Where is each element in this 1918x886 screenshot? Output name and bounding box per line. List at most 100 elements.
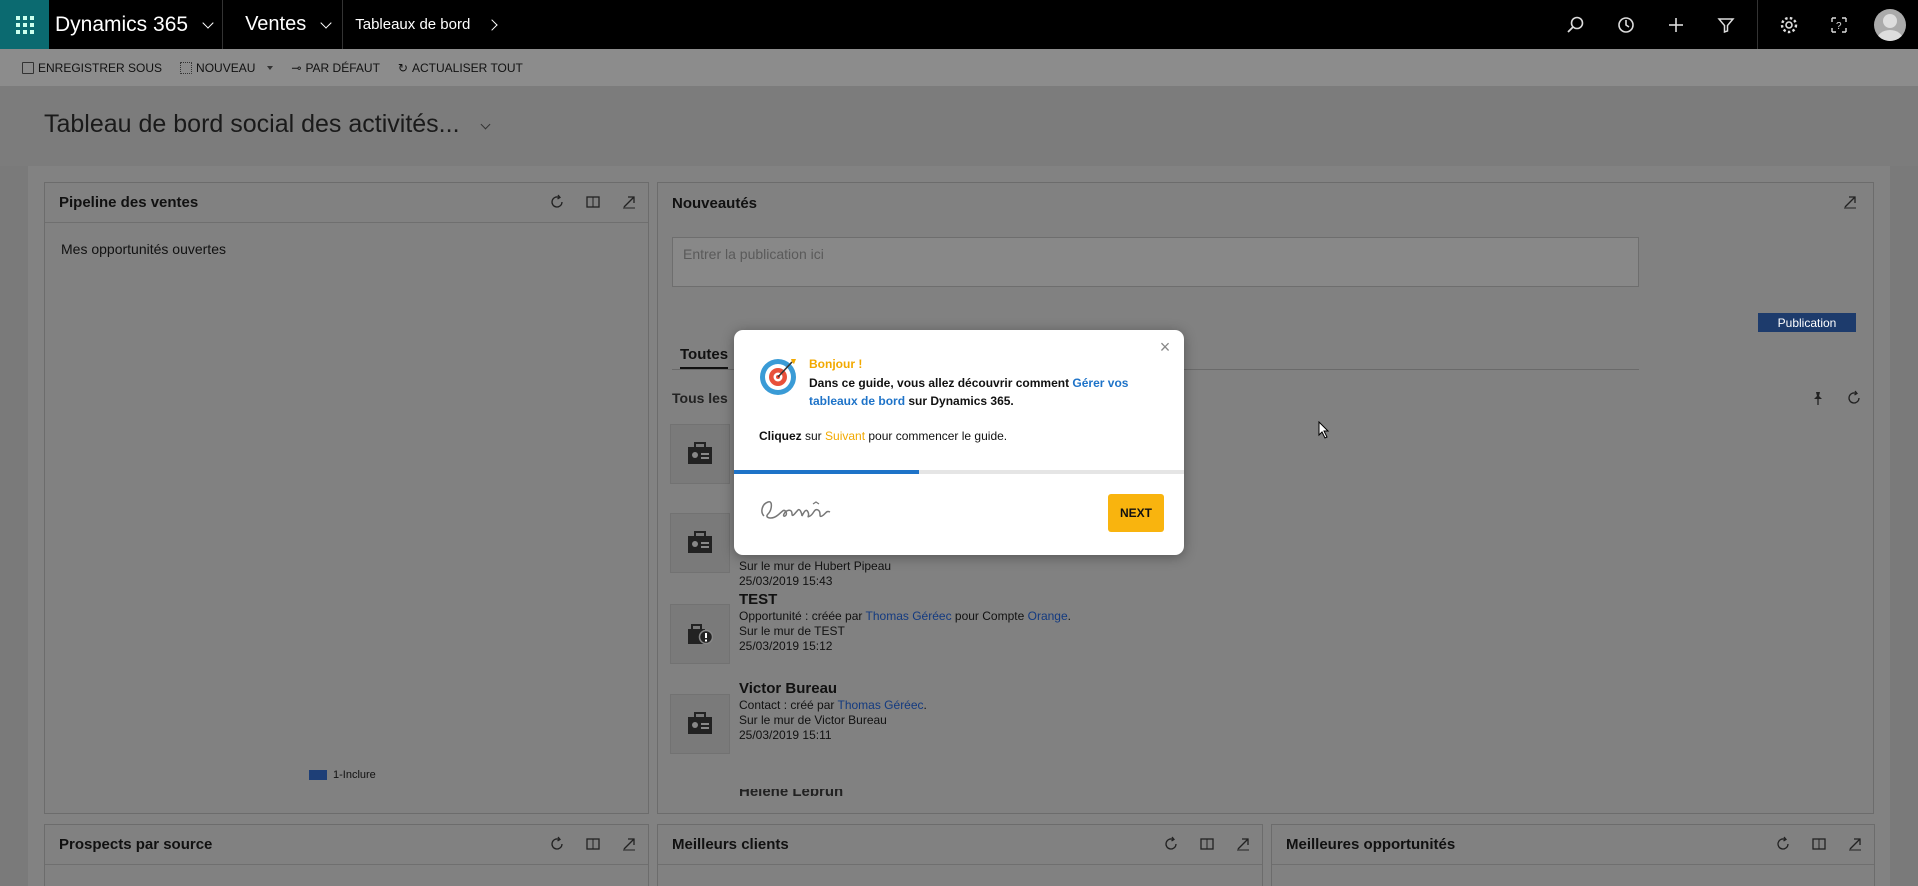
- refresh-icon: ↻: [397, 60, 408, 75]
- news-title: Nouveautés: [672, 194, 758, 212]
- avatar[interactable]: [1874, 8, 1906, 41]
- guide-progress-fill: [734, 470, 919, 474]
- filter-icon[interactable]: [1701, 0, 1751, 49]
- publish-button[interactable]: Publication: [1758, 313, 1856, 332]
- feed-wall: Sur le mur de Victor Bureau: [739, 713, 887, 727]
- set-default-button[interactable]: ⊸ PAR DÉFAUT: [291, 61, 380, 75]
- chart-legend: 1-Inclure: [309, 769, 376, 781]
- help-icon[interactable]: ?: [1814, 0, 1864, 49]
- mouse-cursor-icon: [1318, 421, 1330, 439]
- dashboard-selector[interactable]: Tableau de bord social des activités...: [44, 110, 490, 139]
- guide-cta-mid: sur: [801, 429, 826, 443]
- guide-cta-bold: Cliquez: [759, 429, 802, 443]
- close-icon[interactable]: ×: [1158, 338, 1172, 356]
- record-icon: [670, 513, 730, 573]
- guide-progress-bar: [734, 470, 1184, 474]
- feed-title[interactable]: TEST: [739, 592, 1071, 607]
- dashboard-header: Tableau de bord social des activités...: [0, 86, 1918, 166]
- chevron-right-icon: [486, 18, 498, 31]
- module-menu[interactable]: Ventes: [223, 0, 342, 49]
- opportunity-icon: [670, 604, 730, 664]
- pipeline-panel: Pipeline des ventes Mes opportunités ouv…: [44, 182, 649, 814]
- feed-title[interactable]: Victor Bureau: [739, 681, 927, 696]
- save-as-icon: [22, 61, 34, 74]
- history-icon[interactable]: [1601, 0, 1651, 49]
- top-icon-group: ?: [1551, 0, 1918, 49]
- view-records-icon[interactable]: [584, 835, 602, 853]
- feed-action-mid: pour Compte: [951, 609, 1028, 623]
- lemon-logo: [761, 501, 831, 519]
- pipeline-header: Pipeline des ventes: [45, 183, 648, 223]
- feed-wall: Sur le mur de Hubert Pipeau: [739, 559, 892, 573]
- guide-intro: Dans ce guide, vous allez découvrir comm…: [809, 374, 1169, 410]
- feed-date: 25/03/2019 15:43: [739, 574, 833, 588]
- app-name: Dynamics 365: [55, 12, 189, 36]
- save-as-label: ENREGISTRER SOUS: [38, 60, 163, 75]
- svg-text:?: ?: [1836, 21, 1842, 32]
- best-clients-title: Meilleurs clients: [672, 836, 789, 853]
- default-label: PAR DÉFAUT: [305, 60, 380, 75]
- pipeline-subtitle: Mes opportunités ouvertes: [61, 241, 226, 257]
- command-bar: ENREGISTRER SOUS NOUVEAU ⊸ PAR DÉFAUT ↻ …: [0, 49, 1918, 86]
- refresh-icon[interactable]: [548, 835, 566, 853]
- entity-link[interactable]: Orange: [1028, 609, 1068, 623]
- refresh-icon[interactable]: [1845, 389, 1863, 407]
- pin-icon: ⊸: [291, 60, 302, 75]
- refresh-all-label: ACTUALISER TOUT: [411, 60, 523, 75]
- user-link[interactable]: Thomas Géréec: [866, 609, 952, 623]
- refresh-all-button[interactable]: ↻ ACTUALISER TOUT: [398, 61, 523, 75]
- save-as-button[interactable]: ENREGISTRER SOUS: [22, 61, 162, 75]
- feed-action: Opportunité : créée par: [739, 609, 866, 623]
- feed-date: 25/03/2019 15:11: [739, 728, 832, 742]
- nav-divider: [1757, 0, 1758, 49]
- best-opportunities-title: Meilleures opportunités: [1286, 836, 1456, 853]
- expand-icon[interactable]: [1234, 835, 1252, 853]
- feed-filter[interactable]: Tous les: [672, 390, 728, 406]
- pin-icon[interactable]: [1809, 389, 1827, 407]
- best-clients-header: Meilleurs clients: [658, 825, 1262, 865]
- module-name: Ventes: [245, 13, 307, 35]
- search-icon[interactable]: [1551, 0, 1601, 49]
- expand-icon[interactable]: [620, 193, 638, 211]
- chevron-down-icon: [320, 16, 332, 29]
- best-opportunities-panel: Meilleures opportunités: [1271, 824, 1875, 886]
- best-opportunities-header: Meilleures opportunités: [1272, 825, 1874, 865]
- app-name-menu[interactable]: Dynamics 365: [49, 0, 222, 49]
- new-button[interactable]: NOUVEAU: [180, 61, 255, 75]
- new-dropdown-caret-icon[interactable]: [267, 65, 274, 70]
- target-icon: [760, 359, 796, 395]
- app-launcher-button[interactable]: [0, 0, 49, 49]
- guide-greeting: Bonjour !: [809, 357, 863, 371]
- user-link[interactable]: Thomas Géréec: [838, 698, 924, 712]
- view-records-icon[interactable]: [584, 193, 602, 211]
- prospects-panel: Prospects par source: [44, 824, 649, 886]
- tab-all[interactable]: Toutes: [680, 346, 729, 369]
- refresh-icon[interactable]: [1774, 835, 1792, 853]
- new-dashboard-icon: [180, 61, 193, 74]
- post-input[interactable]: Entrer la publication ici: [672, 237, 1639, 287]
- list-item[interactable]: Hélène Lebrun: [739, 789, 843, 799]
- prospects-header: Prospects par source: [45, 825, 648, 865]
- legend-swatch: [309, 770, 327, 780]
- guide-cta-suffix: pour commencer le guide.: [865, 429, 1008, 443]
- feed-title: Hélène Lebrun: [739, 789, 844, 799]
- guide-cta-next-word: Suivant: [825, 429, 866, 443]
- area-breadcrumb[interactable]: Tableaux de bord: [343, 0, 508, 49]
- expand-icon[interactable]: [1846, 835, 1864, 853]
- next-button[interactable]: NEXT: [1108, 494, 1164, 532]
- expand-icon[interactable]: [1841, 193, 1859, 211]
- gear-icon[interactable]: [1764, 0, 1814, 49]
- plus-icon[interactable]: [1651, 0, 1701, 49]
- expand-icon[interactable]: [620, 835, 638, 853]
- guide-cta: Cliquez sur Suivant pour commencer le gu…: [759, 429, 1007, 443]
- best-clients-panel: Meilleurs clients: [657, 824, 1263, 886]
- page-title: Tableau de bord social des activités...: [44, 110, 460, 138]
- refresh-icon[interactable]: [548, 193, 566, 211]
- guide-intro-prefix: Dans ce guide, vous allez découvrir comm…: [809, 376, 1073, 390]
- refresh-icon[interactable]: [1162, 835, 1180, 853]
- feed-date: 25/03/2019 15:12: [739, 639, 833, 653]
- view-records-icon[interactable]: [1810, 835, 1828, 853]
- waffle-icon: [15, 15, 34, 34]
- view-records-icon[interactable]: [1198, 835, 1216, 853]
- chevron-down-icon: [480, 119, 490, 130]
